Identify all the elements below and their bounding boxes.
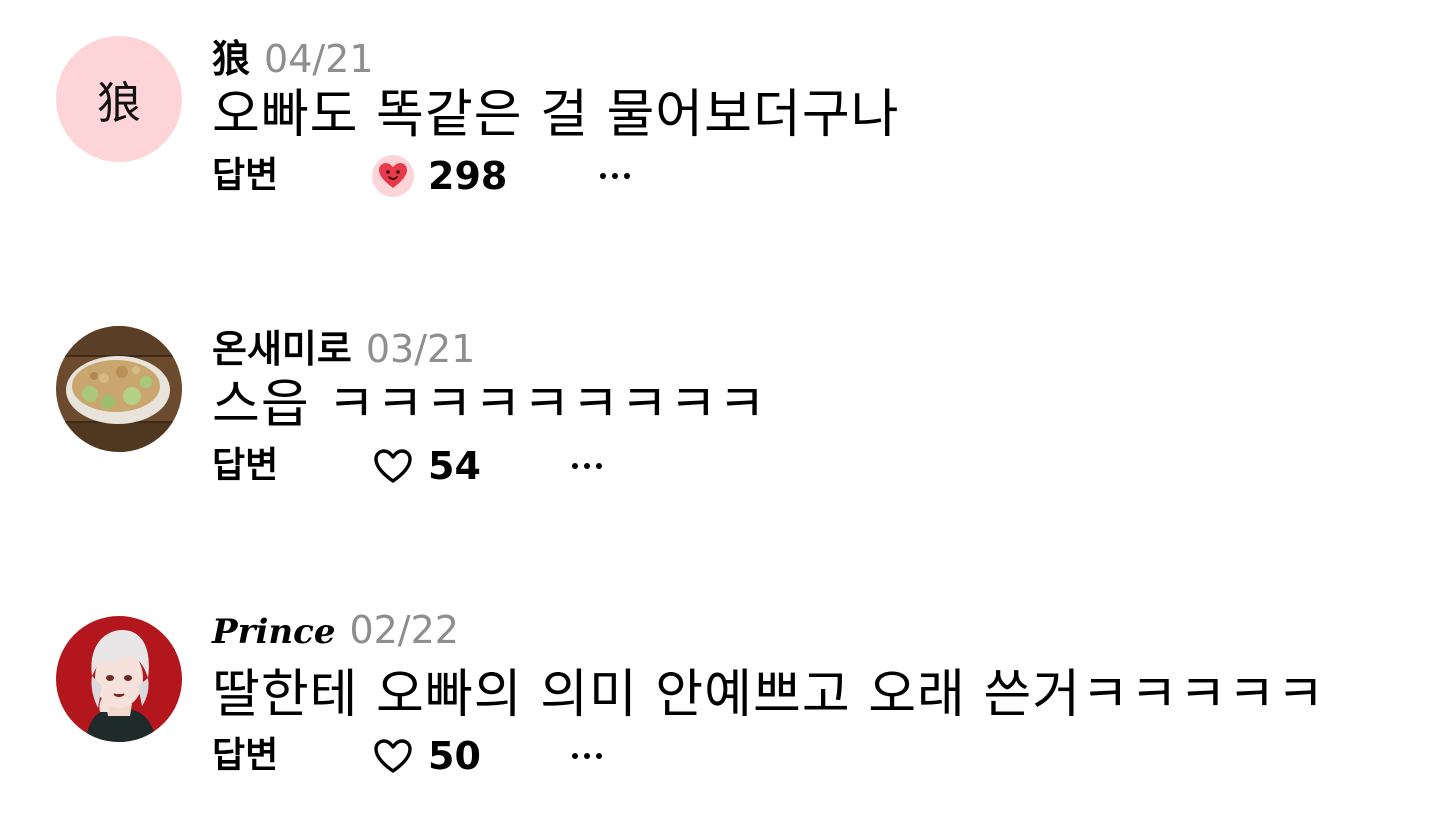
more-dots-icon[interactable] [572, 728, 602, 784]
comment-item: 온새미로 03/21 스읍 ㅋㅋㅋㅋㅋㅋㅋㅋㅋ 답변 54 [0, 290, 1440, 488]
anime-portrait-avatar [56, 616, 182, 742]
heart-outline-icon [372, 735, 414, 777]
more-dots-icon[interactable] [572, 438, 602, 494]
heart-outline-icon [372, 445, 414, 487]
reply-button[interactable]: 답변 [212, 148, 278, 204]
comment-date: 02/22 [349, 608, 459, 652]
comment-text: 딸한테 오빠의 의미 안예쁘고 오래 쓴거ㅋㅋㅋㅋㅋ [212, 665, 1326, 725]
comment-text: 오빠도 똑같은 걸 물어보더구나 [212, 85, 900, 145]
avatar[interactable]: 狼 [56, 36, 182, 162]
food-photo-avatar [56, 326, 182, 452]
avatar[interactable] [56, 326, 182, 452]
like-count: 298 [428, 154, 508, 198]
avatar-text: 狼 [97, 78, 141, 129]
reply-button[interactable]: 답변 [212, 438, 278, 494]
heart-face-emoji-icon [372, 155, 414, 197]
like-count: 54 [428, 444, 481, 488]
avatar[interactable] [56, 616, 182, 742]
comment-item: 狼 狼 04/21 오빠도 똑같은 걸 물어보더구나 답변 298 [0, 0, 1440, 198]
comment-text: 스읍 ㅋㅋㅋㅋㅋㅋㅋㅋㅋ [212, 375, 767, 435]
comment-meta: 狼 04/21 [212, 28, 374, 81]
like-button[interactable]: 298 [372, 148, 507, 204]
like-button[interactable]: 54 [372, 438, 481, 494]
more-dots-icon[interactable] [600, 148, 630, 204]
like-button[interactable]: 50 [372, 728, 481, 784]
comment-meta: Prince 02/22 [212, 608, 459, 656]
comment-meta: 온새미로 03/21 [212, 318, 475, 371]
username[interactable]: Prince [212, 612, 335, 652]
reply-button[interactable]: 답변 [212, 728, 278, 784]
like-count: 50 [428, 734, 481, 778]
comment-item: Prince 02/22 딸한테 오빠의 의미 안예쁘고 오래 쓴거ㅋㅋㅋㅋㅋ … [0, 580, 1440, 778]
